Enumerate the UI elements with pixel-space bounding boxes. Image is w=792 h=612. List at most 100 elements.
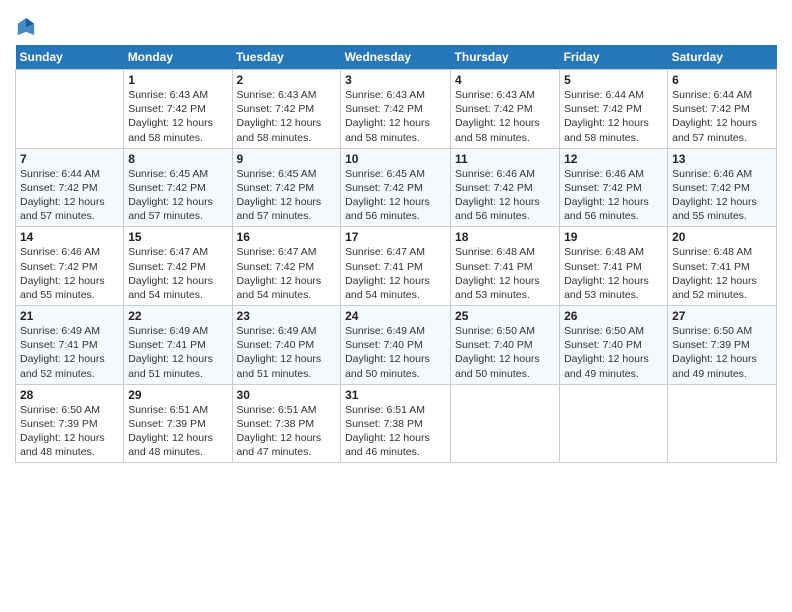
day-number: 31: [345, 388, 446, 402]
calendar-cell: 25Sunrise: 6:50 AM Sunset: 7:40 PM Dayli…: [451, 306, 560, 385]
day-number: 16: [237, 230, 337, 244]
calendar-cell: 27Sunrise: 6:50 AM Sunset: 7:39 PM Dayli…: [668, 306, 777, 385]
calendar-cell: 2Sunrise: 6:43 AM Sunset: 7:42 PM Daylig…: [232, 70, 341, 149]
day-number: 25: [455, 309, 555, 323]
day-number: 17: [345, 230, 446, 244]
day-number: 30: [237, 388, 337, 402]
calendar-cell: [16, 70, 124, 149]
day-info: Sunrise: 6:49 AM Sunset: 7:40 PM Dayligh…: [237, 324, 337, 381]
calendar-cell: 9Sunrise: 6:45 AM Sunset: 7:42 PM Daylig…: [232, 148, 341, 227]
day-info: Sunrise: 6:46 AM Sunset: 7:42 PM Dayligh…: [455, 167, 555, 224]
day-info: Sunrise: 6:45 AM Sunset: 7:42 PM Dayligh…: [128, 167, 227, 224]
day-number: 29: [128, 388, 227, 402]
week-row-1: 1Sunrise: 6:43 AM Sunset: 7:42 PM Daylig…: [16, 70, 777, 149]
day-info: Sunrise: 6:49 AM Sunset: 7:41 PM Dayligh…: [128, 324, 227, 381]
calendar-cell: 5Sunrise: 6:44 AM Sunset: 7:42 PM Daylig…: [560, 70, 668, 149]
day-number: 5: [564, 73, 663, 87]
calendar-cell: 21Sunrise: 6:49 AM Sunset: 7:41 PM Dayli…: [16, 306, 124, 385]
day-number: 26: [564, 309, 663, 323]
day-info: Sunrise: 6:49 AM Sunset: 7:40 PM Dayligh…: [345, 324, 446, 381]
day-number: 13: [672, 152, 772, 166]
calendar-cell: 17Sunrise: 6:47 AM Sunset: 7:41 PM Dayli…: [341, 227, 451, 306]
week-row-2: 7Sunrise: 6:44 AM Sunset: 7:42 PM Daylig…: [16, 148, 777, 227]
day-number: 15: [128, 230, 227, 244]
header: [15, 10, 777, 37]
day-info: Sunrise: 6:44 AM Sunset: 7:42 PM Dayligh…: [564, 88, 663, 145]
calendar-cell: 18Sunrise: 6:48 AM Sunset: 7:41 PM Dayli…: [451, 227, 560, 306]
calendar-cell: 29Sunrise: 6:51 AM Sunset: 7:39 PM Dayli…: [124, 384, 232, 463]
week-row-5: 28Sunrise: 6:50 AM Sunset: 7:39 PM Dayli…: [16, 384, 777, 463]
calendar-cell: 15Sunrise: 6:47 AM Sunset: 7:42 PM Dayli…: [124, 227, 232, 306]
calendar-cell: 24Sunrise: 6:49 AM Sunset: 7:40 PM Dayli…: [341, 306, 451, 385]
day-info: Sunrise: 6:46 AM Sunset: 7:42 PM Dayligh…: [564, 167, 663, 224]
day-number: 21: [20, 309, 119, 323]
day-info: Sunrise: 6:50 AM Sunset: 7:40 PM Dayligh…: [564, 324, 663, 381]
day-number: 20: [672, 230, 772, 244]
day-info: Sunrise: 6:51 AM Sunset: 7:38 PM Dayligh…: [237, 403, 337, 460]
day-number: 14: [20, 230, 119, 244]
weekday-header-saturday: Saturday: [668, 45, 777, 70]
weekday-header-friday: Friday: [560, 45, 668, 70]
day-info: Sunrise: 6:48 AM Sunset: 7:41 PM Dayligh…: [455, 245, 555, 302]
calendar-cell: [668, 384, 777, 463]
day-number: 10: [345, 152, 446, 166]
weekday-header-row: SundayMondayTuesdayWednesdayThursdayFrid…: [16, 45, 777, 70]
day-info: Sunrise: 6:44 AM Sunset: 7:42 PM Dayligh…: [672, 88, 772, 145]
day-number: 28: [20, 388, 119, 402]
day-number: 3: [345, 73, 446, 87]
logo-icon: [17, 17, 35, 37]
day-info: Sunrise: 6:49 AM Sunset: 7:41 PM Dayligh…: [20, 324, 119, 381]
day-info: Sunrise: 6:43 AM Sunset: 7:42 PM Dayligh…: [128, 88, 227, 145]
day-number: 6: [672, 73, 772, 87]
day-number: 8: [128, 152, 227, 166]
day-number: 4: [455, 73, 555, 87]
day-number: 18: [455, 230, 555, 244]
calendar-cell: 26Sunrise: 6:50 AM Sunset: 7:40 PM Dayli…: [560, 306, 668, 385]
weekday-header-thursday: Thursday: [451, 45, 560, 70]
day-info: Sunrise: 6:50 AM Sunset: 7:39 PM Dayligh…: [672, 324, 772, 381]
calendar-cell: [560, 384, 668, 463]
calendar-table: SundayMondayTuesdayWednesdayThursdayFrid…: [15, 45, 777, 463]
day-number: 19: [564, 230, 663, 244]
day-info: Sunrise: 6:51 AM Sunset: 7:38 PM Dayligh…: [345, 403, 446, 460]
calendar-cell: 20Sunrise: 6:48 AM Sunset: 7:41 PM Dayli…: [668, 227, 777, 306]
calendar-cell: 28Sunrise: 6:50 AM Sunset: 7:39 PM Dayli…: [16, 384, 124, 463]
day-info: Sunrise: 6:51 AM Sunset: 7:39 PM Dayligh…: [128, 403, 227, 460]
day-info: Sunrise: 6:45 AM Sunset: 7:42 PM Dayligh…: [345, 167, 446, 224]
calendar-cell: 10Sunrise: 6:45 AM Sunset: 7:42 PM Dayli…: [341, 148, 451, 227]
day-number: 27: [672, 309, 772, 323]
calendar-cell: 23Sunrise: 6:49 AM Sunset: 7:40 PM Dayli…: [232, 306, 341, 385]
calendar-cell: 14Sunrise: 6:46 AM Sunset: 7:42 PM Dayli…: [16, 227, 124, 306]
day-info: Sunrise: 6:47 AM Sunset: 7:42 PM Dayligh…: [237, 245, 337, 302]
day-info: Sunrise: 6:47 AM Sunset: 7:42 PM Dayligh…: [128, 245, 227, 302]
day-info: Sunrise: 6:50 AM Sunset: 7:40 PM Dayligh…: [455, 324, 555, 381]
calendar-cell: 11Sunrise: 6:46 AM Sunset: 7:42 PM Dayli…: [451, 148, 560, 227]
weekday-header-tuesday: Tuesday: [232, 45, 341, 70]
day-info: Sunrise: 6:43 AM Sunset: 7:42 PM Dayligh…: [345, 88, 446, 145]
day-number: 9: [237, 152, 337, 166]
day-info: Sunrise: 6:46 AM Sunset: 7:42 PM Dayligh…: [20, 245, 119, 302]
weekday-header-monday: Monday: [124, 45, 232, 70]
day-number: 12: [564, 152, 663, 166]
day-number: 23: [237, 309, 337, 323]
day-number: 11: [455, 152, 555, 166]
day-info: Sunrise: 6:43 AM Sunset: 7:42 PM Dayligh…: [455, 88, 555, 145]
day-info: Sunrise: 6:48 AM Sunset: 7:41 PM Dayligh…: [672, 245, 772, 302]
week-row-3: 14Sunrise: 6:46 AM Sunset: 7:42 PM Dayli…: [16, 227, 777, 306]
week-row-4: 21Sunrise: 6:49 AM Sunset: 7:41 PM Dayli…: [16, 306, 777, 385]
page: SundayMondayTuesdayWednesdayThursdayFrid…: [0, 0, 792, 612]
day-info: Sunrise: 6:43 AM Sunset: 7:42 PM Dayligh…: [237, 88, 337, 145]
calendar-cell: 7Sunrise: 6:44 AM Sunset: 7:42 PM Daylig…: [16, 148, 124, 227]
logo: [15, 15, 35, 37]
calendar-cell: 6Sunrise: 6:44 AM Sunset: 7:42 PM Daylig…: [668, 70, 777, 149]
calendar-cell: 31Sunrise: 6:51 AM Sunset: 7:38 PM Dayli…: [341, 384, 451, 463]
day-number: 2: [237, 73, 337, 87]
calendar-cell: 3Sunrise: 6:43 AM Sunset: 7:42 PM Daylig…: [341, 70, 451, 149]
day-info: Sunrise: 6:45 AM Sunset: 7:42 PM Dayligh…: [237, 167, 337, 224]
day-number: 1: [128, 73, 227, 87]
calendar-cell: 16Sunrise: 6:47 AM Sunset: 7:42 PM Dayli…: [232, 227, 341, 306]
calendar-cell: [451, 384, 560, 463]
day-info: Sunrise: 6:50 AM Sunset: 7:39 PM Dayligh…: [20, 403, 119, 460]
calendar-cell: 8Sunrise: 6:45 AM Sunset: 7:42 PM Daylig…: [124, 148, 232, 227]
calendar-cell: 1Sunrise: 6:43 AM Sunset: 7:42 PM Daylig…: [124, 70, 232, 149]
